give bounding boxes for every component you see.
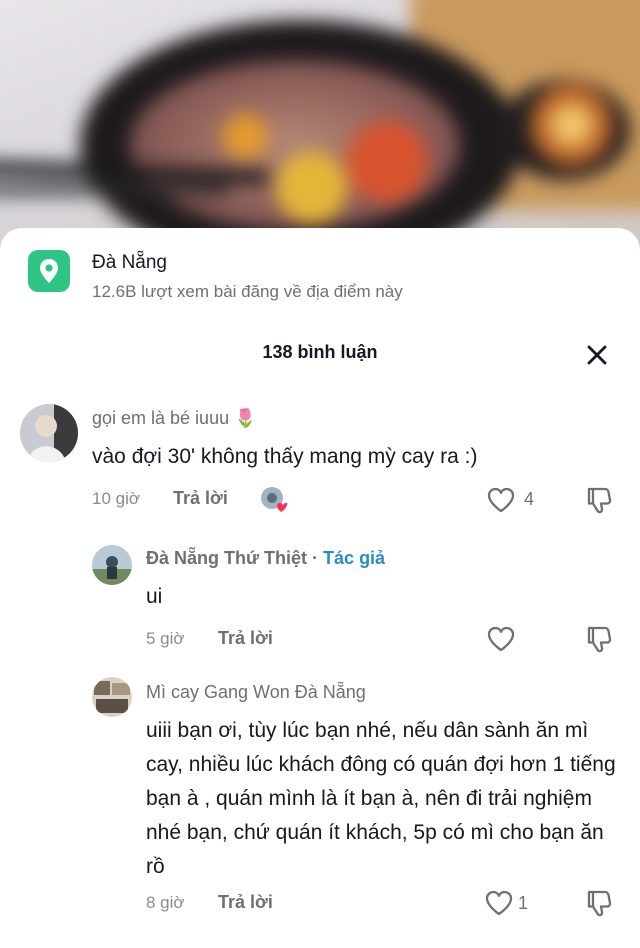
dislike-icon[interactable] <box>584 888 614 918</box>
comment-text: uiii bạn ơi, tùy lúc bạn nhé, nếu dân sà… <box>146 719 616 878</box>
location-pin-icon[interactable] <box>28 250 70 292</box>
location-subtitle: 12.6B lượt xem bài đăng về địa điểm này <box>92 282 403 301</box>
heart-icon[interactable] <box>486 486 516 514</box>
comment-time: 5 giờ <box>146 629 185 648</box>
separator: · <box>307 548 324 568</box>
like-count: 1 <box>518 893 529 913</box>
dislike-icon[interactable] <box>584 485 614 515</box>
background-photo <box>0 0 640 260</box>
reply-button[interactable]: Trả lời <box>173 488 228 509</box>
comment-username[interactable]: Mì cay Gang Won Đà Nẵng <box>146 682 366 703</box>
like-count: 4 <box>524 489 535 509</box>
comment-text: ui <box>146 585 163 608</box>
heart-icon[interactable] <box>486 625 516 653</box>
comment-username[interactable]: gọi em là bé iuuu 🌷 <box>92 408 257 429</box>
close-icon[interactable] <box>582 340 612 370</box>
avatar[interactable] <box>92 545 132 585</box>
reply-button[interactable]: Trả lời <box>218 892 273 913</box>
avatar[interactable] <box>20 404 78 462</box>
reply-button[interactable]: Trả lời <box>218 628 273 649</box>
dislike-icon[interactable] <box>584 624 614 654</box>
location-title[interactable]: Đà Nẵng <box>92 252 167 274</box>
avatar[interactable] <box>92 677 132 717</box>
comment-time: 8 giờ <box>146 893 185 912</box>
comment-username[interactable]: Đà Nẵng Thứ Thiệt · Tác giả <box>146 548 385 569</box>
comment-count: 138 bình luận <box>262 342 378 362</box>
comment-time: 10 giờ <box>92 489 141 508</box>
username-text[interactable]: Đà Nẵng Thứ Thiệt <box>146 548 307 568</box>
comment-text: vào đợi 30' không thấy mang mỳ cay ra :) <box>92 445 478 468</box>
author-badge: Tác giả <box>323 548 386 568</box>
heart-icon[interactable] <box>484 889 514 917</box>
creator-liked-avatar <box>260 486 288 514</box>
